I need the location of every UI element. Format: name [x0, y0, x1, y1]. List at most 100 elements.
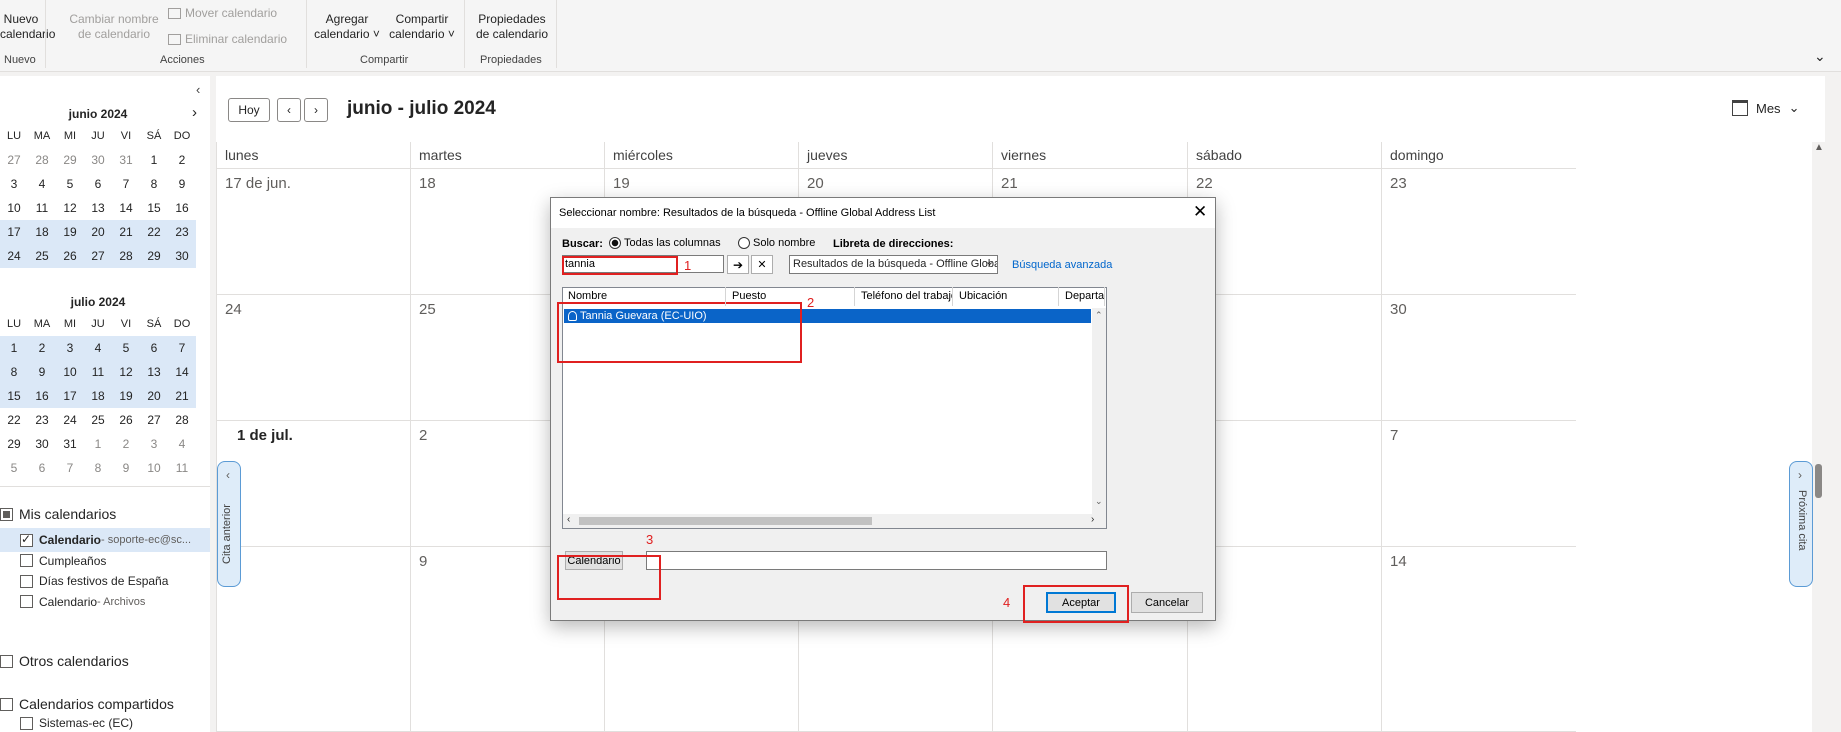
shared-calendars-checkbox[interactable] [0, 697, 13, 711]
mini-day[interactable]: 20 [84, 220, 112, 244]
radio-all-columns[interactable]: Todas las columnas [609, 237, 721, 249]
next-appointment-tab[interactable]: › Próxima cita [1789, 461, 1813, 587]
today-button[interactable]: Hoy [228, 98, 270, 122]
column-header[interactable]: Teléfono del trabajo [855, 287, 953, 306]
mini-day[interactable]: 4 [84, 336, 112, 360]
mini-day[interactable]: 26 [112, 408, 140, 432]
calendar-list-item[interactable]: Calendario - Archivos [20, 590, 145, 614]
calendar-recipients-input[interactable] [646, 551, 1107, 570]
mini-day[interactable]: 28 [28, 148, 56, 172]
mini-day[interactable]: 9 [112, 456, 140, 480]
mini-day[interactable]: 17 [0, 220, 28, 244]
mini-day[interactable]: 6 [84, 172, 112, 196]
cancel-button[interactable]: Cancelar [1131, 592, 1203, 613]
mini-day[interactable]: 12 [112, 360, 140, 384]
ribbon-collapse-chevron-icon[interactable]: ⌄ [1814, 48, 1826, 65]
mini-day[interactable]: 30 [84, 148, 112, 172]
mini-day[interactable]: 16 [168, 196, 196, 220]
mini-day[interactable]: 28 [112, 244, 140, 268]
mini-day[interactable]: 20 [140, 384, 168, 408]
mini-day[interactable]: 30 [28, 432, 56, 456]
column-header[interactable]: Nombre [562, 287, 726, 306]
mini-day[interactable]: 13 [140, 360, 168, 384]
day-cell[interactable]: 22 [1187, 169, 1381, 295]
mini-day[interactable]: 30 [168, 244, 196, 268]
mini-day[interactable]: 27 [84, 244, 112, 268]
column-header[interactable]: Departan [1059, 287, 1105, 306]
mini-day[interactable]: 7 [168, 336, 196, 360]
column-header[interactable]: Puesto [726, 287, 855, 306]
mini-day[interactable]: 9 [168, 172, 196, 196]
day-cell[interactable]: 14 [1381, 547, 1576, 732]
day-cell[interactable]: 17 de jun. [216, 169, 410, 295]
radio-name-only[interactable]: Solo nombre [738, 237, 815, 249]
mini-day[interactable]: 11 [168, 456, 196, 480]
shared-calendars-group[interactable]: Calendarios compartidos [0, 696, 174, 712]
day-cell[interactable]: 8 [216, 547, 410, 732]
clear-search-button[interactable]: ✕ [751, 255, 773, 274]
vertical-scrollbar[interactable]: ▲ [1812, 142, 1825, 732]
calendar-properties-button[interactable]: Propiedades de calendario [472, 12, 552, 42]
mini-day[interactable]: 2 [28, 336, 56, 360]
next-month-chevron-icon[interactable]: › [192, 104, 197, 121]
close-icon[interactable]: ✕ [1193, 202, 1207, 222]
mini-day[interactable]: 11 [28, 196, 56, 220]
mini-day[interactable]: 4 [168, 432, 196, 456]
mini-day[interactable]: 25 [84, 408, 112, 432]
mini-day[interactable]: 18 [28, 220, 56, 244]
scroll-down-chevron-icon[interactable]: ⌄ [1095, 496, 1103, 507]
day-cell[interactable]: 1 de jul. [216, 421, 410, 547]
mini-day[interactable]: 21 [168, 384, 196, 408]
mini-day[interactable]: 5 [0, 456, 28, 480]
mini-day[interactable]: 1 [0, 336, 28, 360]
column-header[interactable]: Ubicación [953, 287, 1059, 306]
collapse-pane-chevron-icon[interactable]: ‹ [196, 82, 200, 97]
shared-calendar-checkbox[interactable] [20, 716, 33, 730]
day-cell[interactable]: 24 [216, 295, 410, 421]
mini-day[interactable]: 27 [0, 148, 28, 172]
mini-day[interactable]: 10 [140, 456, 168, 480]
day-cell[interactable]: 29 [1187, 295, 1381, 421]
mini-day[interactable]: 22 [0, 408, 28, 432]
mini-day[interactable]: 6 [140, 336, 168, 360]
mini-day[interactable]: 8 [84, 456, 112, 480]
mini-day[interactable]: 17 [56, 384, 84, 408]
add-calendar-button[interactable]: Agregar calendario ˅ [314, 12, 380, 42]
mini-day[interactable]: 23 [168, 220, 196, 244]
calendar-checkbox[interactable] [20, 554, 33, 567]
mini-day[interactable]: 24 [56, 408, 84, 432]
mini-day[interactable]: 7 [112, 172, 140, 196]
mini-day[interactable]: 1 [84, 432, 112, 456]
mini-day[interactable]: 15 [140, 196, 168, 220]
mini-day[interactable]: 9 [28, 360, 56, 384]
mini-day[interactable]: 23 [28, 408, 56, 432]
mini-day[interactable]: 15 [0, 384, 28, 408]
day-cell[interactable]: 13 [1187, 547, 1381, 732]
mini-day[interactable]: 31 [56, 432, 84, 456]
mini-day[interactable]: 29 [140, 244, 168, 268]
day-cell[interactable]: 30 [1381, 295, 1576, 421]
mini-day[interactable]: 10 [56, 360, 84, 384]
new-calendar-button[interactable]: Nuevo calendario [0, 12, 55, 42]
mini-day[interactable]: 26 [56, 244, 84, 268]
scroll-right-chevron-icon[interactable]: › [1091, 514, 1094, 525]
previous-appointment-tab[interactable]: ‹ Cita anterior [217, 461, 241, 587]
mini-day[interactable]: 27 [140, 408, 168, 432]
scroll-left-chevron-icon[interactable]: ‹ [567, 514, 570, 525]
mini-day[interactable]: 18 [84, 384, 112, 408]
next-chevron-icon[interactable]: › [304, 98, 328, 122]
results-vertical-scrollbar[interactable]: ⌃ ⌄ [1092, 308, 1106, 514]
share-calendar-button[interactable]: Compartir calendario ˅ [386, 12, 458, 42]
previous-chevron-icon[interactable]: ‹ [277, 98, 301, 122]
horizontal-scrollbar-thumb[interactable] [579, 517, 872, 525]
mini-day[interactable]: 19 [112, 384, 140, 408]
mini-day[interactable]: 31 [112, 148, 140, 172]
delete-calendar-button[interactable]: Eliminar calendario [168, 32, 287, 46]
mini-day[interactable]: 19 [56, 220, 84, 244]
other-calendars-checkbox[interactable] [0, 654, 13, 668]
mini-day[interactable]: 21 [112, 220, 140, 244]
mini-day[interactable]: 3 [0, 172, 28, 196]
day-cell[interactable]: 6 [1187, 421, 1381, 547]
mini-day[interactable]: 7 [56, 456, 84, 480]
mini-day[interactable]: 11 [84, 360, 112, 384]
